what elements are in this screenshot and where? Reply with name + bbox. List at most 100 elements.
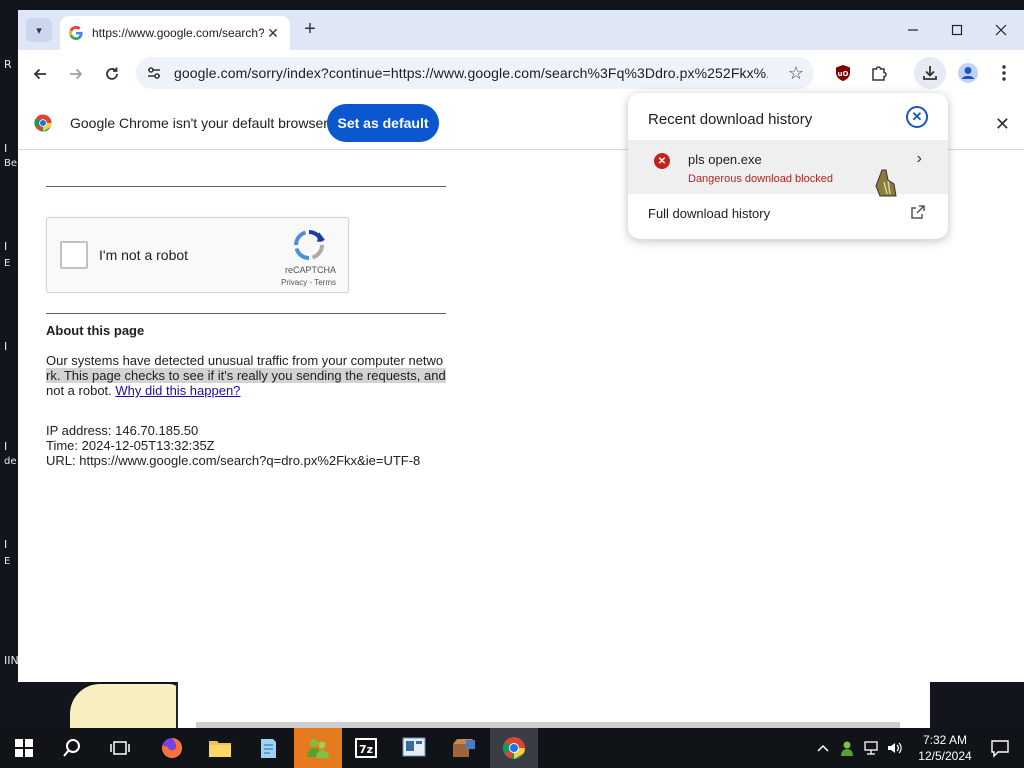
folder-icon <box>209 741 231 757</box>
taskbar-app-notepad[interactable] <box>244 728 292 768</box>
taskbar-app-messenger[interactable] <box>294 728 342 768</box>
maximize-icon <box>951 24 963 36</box>
svg-text:7z: 7z <box>359 743 373 756</box>
taskbar-app-chrome[interactable] <box>490 728 538 768</box>
close-window-button[interactable] <box>978 10 1024 50</box>
search-button[interactable] <box>48 728 96 768</box>
taskbar-app-firefox[interactable] <box>148 728 196 768</box>
not-a-robot-checkbox[interactable] <box>60 241 88 269</box>
address-bar[interactable]: google.com/sorry/index?continue=https://… <box>136 57 814 89</box>
download-item[interactable]: ✕ pls open.exe Dangerous download blocke… <box>628 140 948 197</box>
user-status-icon <box>841 741 853 756</box>
extensions-button[interactable] <box>866 60 892 86</box>
desktop-icon-label: I <box>4 142 8 155</box>
back-button[interactable] <box>26 60 54 88</box>
task-view-button[interactable] <box>96 728 144 768</box>
chrome-icon <box>503 737 525 760</box>
maximize-button[interactable] <box>934 10 980 50</box>
forward-arrow-icon <box>70 68 83 80</box>
infobar-close-icon[interactable]: ✕ <box>995 114 1010 135</box>
open-in-new-icon[interactable] <box>910 204 926 220</box>
error-icon: ✕ <box>654 153 670 169</box>
chevron-down-icon: ▾ <box>36 24 42 37</box>
back-arrow-icon <box>33 68 46 80</box>
notepad-icon <box>261 739 276 758</box>
taskbar-app-7zip[interactable]: 7z <box>342 728 390 768</box>
recaptcha-terms-link[interactable]: Privacy - Terms <box>281 278 336 287</box>
package-icon <box>453 739 475 757</box>
timestamp: Time: 2024-12-05T13:32:35Z <box>46 438 215 453</box>
svg-text:uO: uO <box>838 70 849 78</box>
chrome-logo-icon <box>34 114 52 132</box>
notification-icon[interactable] <box>990 738 1010 758</box>
downloads-title: Recent download history <box>648 111 813 128</box>
download-filename: pls open.exe <box>688 152 762 167</box>
site-settings-icon <box>148 67 160 79</box>
bookmark-star-icon[interactable]: ☆ <box>788 63 804 84</box>
system-clock[interactable]: 7:32 AM 12/5/2024 <box>910 732 980 764</box>
paragraph-line-1: Our systems have detected unusual traffi… <box>46 353 444 368</box>
about-heading: About this page <box>46 323 145 338</box>
tab-search-button[interactable]: ▾ <box>26 18 52 42</box>
new-tab-button[interactable]: + <box>298 18 322 42</box>
ip-address: IP address: 146.70.185.50 <box>46 423 199 438</box>
infobar-message: Google Chrome isn't your default browser <box>70 115 328 131</box>
search-icon <box>63 739 80 757</box>
close-icon <box>995 24 1007 36</box>
address-bar-url[interactable]: google.com/sorry/index?continue=https://… <box>174 65 768 81</box>
minimize-button[interactable] <box>890 10 936 50</box>
desktop-icon-label: E <box>4 258 11 269</box>
remote-desktop-icon <box>402 737 426 757</box>
reload-icon <box>106 67 118 80</box>
downloads-bubble: Recent download history ✕ ✕ pls open.exe… <box>628 93 948 239</box>
clock-time: 7:32 AM <box>922 733 968 747</box>
taskbar-app-file-explorer[interactable] <box>196 728 244 768</box>
start-button[interactable] <box>0 728 48 768</box>
downloads-button[interactable] <box>914 57 946 89</box>
set-as-default-button[interactable]: Set as default <box>327 104 439 142</box>
speaker-icon <box>888 742 902 754</box>
profile-button[interactable] <box>955 60 981 86</box>
download-icon <box>923 66 937 80</box>
reload-button[interactable] <box>98 60 126 88</box>
not-a-robot-label: I'm not a robot <box>99 247 189 263</box>
download-status: Dangerous download blocked <box>688 173 833 185</box>
tray-messenger-status[interactable] <box>836 728 858 768</box>
show-hidden-icons-button[interactable] <box>812 728 834 768</box>
desktop-icon-label: I <box>4 538 8 551</box>
windows-logo-icon <box>15 739 33 757</box>
network-icon <box>864 741 878 755</box>
why-did-this-happen-link[interactable]: Why did this happen? <box>115 383 240 398</box>
chevron-right-icon[interactable]: › <box>917 150 922 168</box>
tab-strip: ▾ https://www.google.com/search?q=dro.px… <box>18 10 1024 50</box>
desktop-icon-label: I <box>4 440 8 453</box>
chrome-menu-button[interactable] <box>991 60 1017 86</box>
messenger-buddies-icon <box>307 739 329 758</box>
avatar-icon <box>958 63 978 83</box>
firefox-icon <box>162 737 183 758</box>
7zip-icon: 7z <box>355 738 377 758</box>
desktop-icon-label: de <box>4 456 17 467</box>
desktop-icon-label: R <box>4 58 12 71</box>
desktop-icon-label: E <box>4 556 11 567</box>
full-download-history-link[interactable]: Full download history <box>648 206 770 221</box>
forward-button[interactable] <box>62 60 90 88</box>
ublock-shield-icon: uO <box>836 65 850 81</box>
taskbar-app-package[interactable] <box>440 728 488 768</box>
desktop-icon-label: I <box>4 340 8 353</box>
puzzle-piece-icon <box>872 66 887 81</box>
cursor-hand-icon <box>875 169 897 197</box>
tab-google-sorry[interactable]: https://www.google.com/search?q=dro.px ✕ <box>60 16 290 50</box>
recaptcha-widget: I'm not a robot reCAPTCHA Privacy - Term… <box>46 217 349 293</box>
ublock-extension-button[interactable]: uO <box>830 60 856 86</box>
desktop-icon-label: IIN <box>4 654 19 667</box>
clock-date: 12/5/2024 <box>918 749 972 763</box>
tab-close-icon[interactable]: ✕ <box>264 25 282 42</box>
minimize-icon <box>908 29 918 31</box>
close-downloads-icon[interactable]: ✕ <box>906 106 928 128</box>
network-tray-button[interactable] <box>860 728 882 768</box>
desktop-icon-label: I <box>4 240 8 253</box>
taskbar-app-remote-desktop[interactable] <box>390 728 438 768</box>
volume-tray-button[interactable] <box>884 728 906 768</box>
unusual-traffic-paragraph: Our systems have detected unusual traffi… <box>46 353 448 398</box>
